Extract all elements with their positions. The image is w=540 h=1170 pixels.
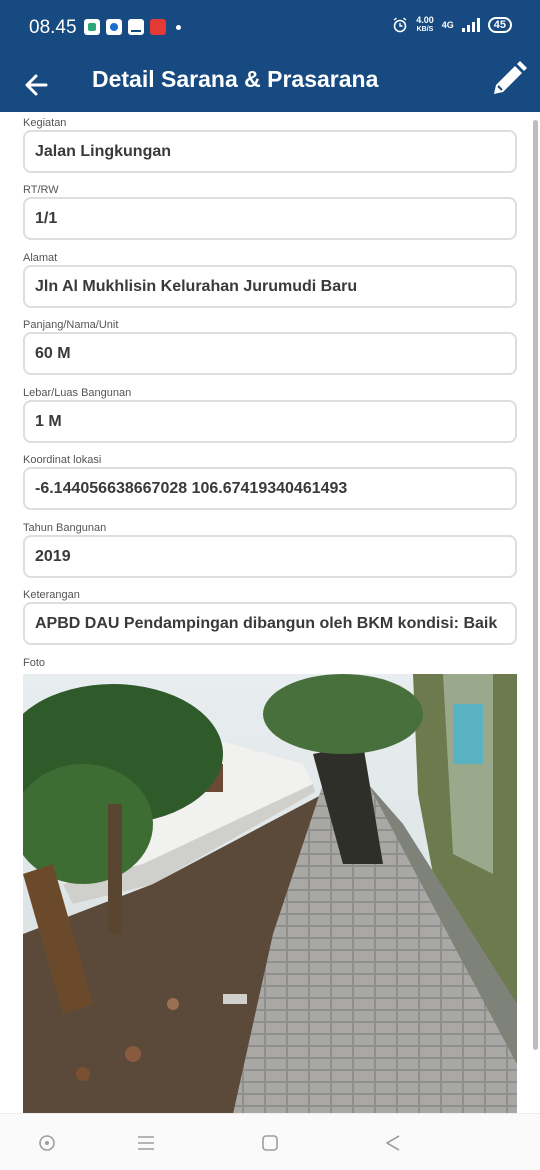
more-notifications-icon (176, 24, 181, 30)
kegiatan-field[interactable]: Jalan Lingkungan (23, 130, 517, 173)
page-title: Detail Sarana & Prasarana (92, 66, 379, 92)
back-button[interactable] (20, 64, 56, 104)
site-photo[interactable] (23, 674, 517, 1114)
koordinat-field[interactable]: -6.144056638667028 106.67419340461493 (23, 467, 517, 510)
rt-rw-field[interactable]: 1/1 (23, 197, 517, 240)
tahun-label: Tahun Bangunan (23, 522, 107, 534)
home-button[interactable] (259, 1132, 281, 1154)
site-photo-image (23, 674, 517, 1114)
scrollbar[interactable] (533, 120, 538, 1050)
lebar-label: Lebar/Luas Bangunan (23, 387, 132, 399)
circle-dot-icon (39, 1135, 55, 1151)
image-notification-icon (128, 19, 144, 35)
foto-label: Foto (23, 657, 46, 669)
system-nav-bar (0, 1113, 540, 1170)
news-notification-icon (150, 19, 166, 35)
network-type: 4G (441, 20, 454, 30)
edit-button[interactable] (488, 58, 530, 100)
system-back-button[interactable] (382, 1132, 404, 1154)
battery-icon: 45 (487, 17, 512, 33)
square-icon (262, 1135, 278, 1151)
assistant-button[interactable] (36, 1132, 58, 1154)
status-indicators: 4.00 KB/S 4G 45 (392, 16, 512, 34)
chat-notification-icon (84, 19, 100, 35)
keterangan-label: Keterangan (23, 589, 80, 601)
alamat-label: Alamat (23, 252, 58, 264)
net-speed-value: 4.00 (416, 15, 434, 25)
net-speed-unit: KB/S (416, 26, 434, 33)
pencil-icon (494, 61, 527, 94)
app-notification-icon (106, 19, 122, 35)
keterangan-field[interactable]: APBD DAU Pendampingan dibangun oleh BKM … (23, 602, 517, 645)
arrow-left-icon (25, 74, 48, 96)
status-bar: 08.45 4.00 KB/S 4G 45 (0, 0, 540, 56)
lebar-field[interactable]: 1 M (23, 400, 517, 443)
notification-icons (84, 19, 181, 35)
koordinat-label: Koordinat lokasi (23, 454, 102, 466)
recent-apps-button[interactable] (135, 1132, 157, 1154)
kegiatan-label: Kegiatan (23, 117, 67, 129)
net-speed: 4.00 KB/S (416, 16, 434, 34)
back-triangle-icon (386, 1135, 400, 1151)
rt-rw-label: RT/RW (23, 184, 59, 196)
signal-icon (461, 18, 480, 32)
menu-icon (138, 1136, 154, 1150)
alarm-icon (393, 17, 407, 33)
status-time: 08.45 (29, 17, 77, 38)
panjang-label: Panjang/Nama/Unit (23, 319, 119, 331)
alamat-field[interactable]: Jln Al Mukhlisin Kelurahan Jurumudi Baru (23, 265, 517, 308)
app-bar: Detail Sarana & Prasarana (0, 56, 540, 112)
panjang-field[interactable]: 60 M (23, 332, 517, 375)
tahun-field[interactable]: 2019 (23, 535, 517, 578)
